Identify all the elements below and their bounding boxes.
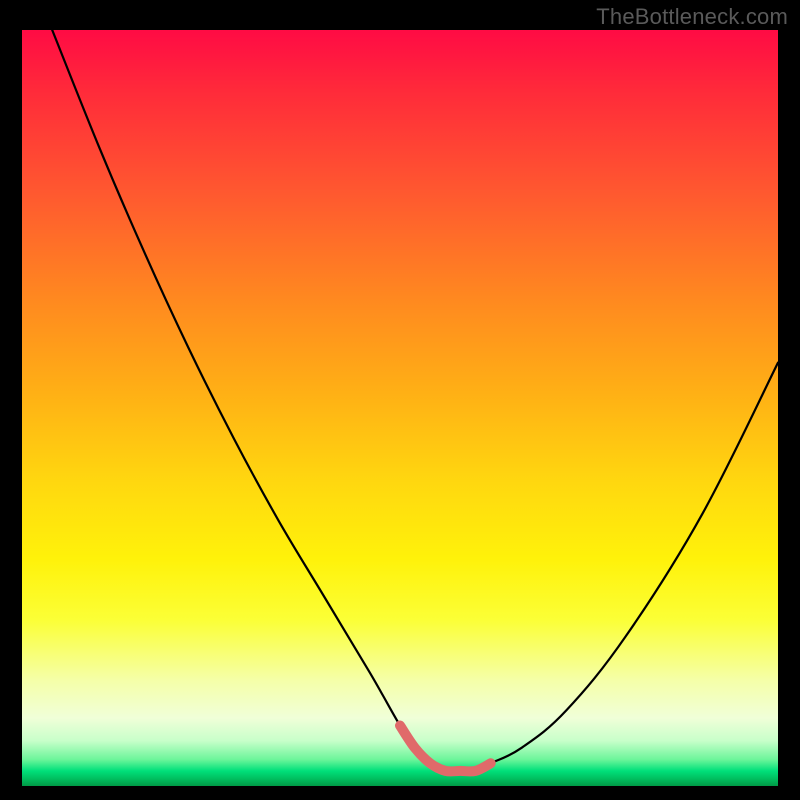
optimal-range-highlight [400,726,491,772]
chart-frame: TheBottleneck.com [0,0,800,800]
plot-area [22,30,778,786]
bottleneck-curve [52,30,778,771]
curve-layer [22,30,778,786]
watermark-text: TheBottleneck.com [596,4,788,30]
